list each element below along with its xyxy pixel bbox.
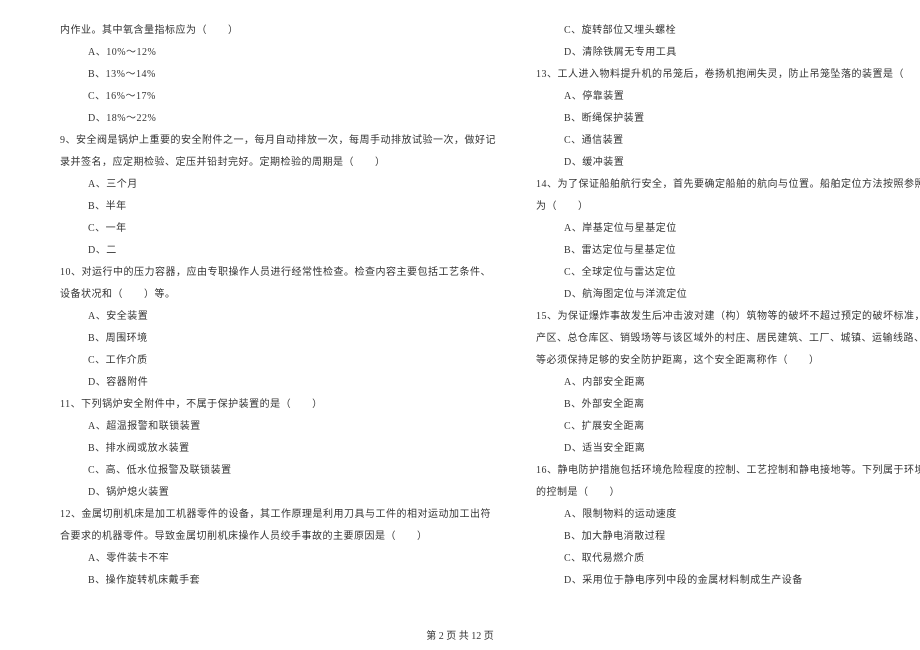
option-line: D、清除铁屑无专用工具 [536,42,920,64]
option-line: C、取代易燃介质 [536,548,920,570]
option-line: B、外部安全距离 [536,394,920,416]
option-line: C、扩展安全距离 [536,416,920,438]
option-line: C、高、低水位报警及联锁装置 [60,460,496,482]
question-line: 10、对运行中的压力容器，应由专职操作人员进行经常性检查。检查内容主要包括工艺条… [60,262,496,284]
option-line: B、半年 [60,196,496,218]
question-line: 11、下列锅炉安全附件中，不属于保护装置的是（ ） [60,394,496,416]
option-line: C、工作介质 [60,350,496,372]
option-line: C、一年 [60,218,496,240]
option-line: C、旋转部位又埋头螺栓 [536,20,920,42]
option-line: B、13%～14% [60,64,496,86]
option-line: A、超温报警和联锁装置 [60,416,496,438]
question-line: 16、静电防护措施包括环境危险程度的控制、工艺控制和静电接地等。下列属于环境危险… [536,460,920,482]
option-line: B、断绳保护装置 [536,108,920,130]
page-container: 内作业。其中氧含量指标应为（ ） A、10%～12% B、13%～14% C、1… [60,20,860,610]
option-line: A、三个月 [60,174,496,196]
option-line: B、排水阀或放水装置 [60,438,496,460]
option-line: A、10%～12% [60,42,496,64]
left-column: 内作业。其中氧含量指标应为（ ） A、10%～12% B、13%～14% C、1… [60,20,496,610]
option-line: B、雷达定位与星基定位 [536,240,920,262]
option-line: B、操作旋转机床戴手套 [60,570,496,592]
option-line: C、通信装置 [536,130,920,152]
option-line: A、限制物料的运动速度 [536,504,920,526]
right-column: C、旋转部位又埋头螺栓 D、清除铁屑无专用工具 13、工人进入物料提升机的吊笼后… [536,20,920,610]
question-line: 为（ ） [536,196,920,218]
option-line: D、采用位于静电序列中段的金属材料制成生产设备 [536,570,920,592]
option-line: A、零件装卡不牢 [60,548,496,570]
option-line: C、16%～17% [60,86,496,108]
option-line: D、锅炉熄火装置 [60,482,496,504]
question-line: 设备状况和（ ）等。 [60,284,496,306]
question-line: 13、工人进入物料提升机的吊笼后，卷扬机抱闸失灵，防止吊笼坠落的装置是（ ） [536,64,920,86]
option-line: A、岸基定位与星基定位 [536,218,920,240]
question-line: 的控制是（ ） [536,482,920,504]
option-line: A、内部安全距离 [536,372,920,394]
question-line: 等必须保持足够的安全防护距离，这个安全距离称作（ ） [536,350,920,372]
option-line: A、安全装置 [60,306,496,328]
option-line: C、全球定位与雷达定位 [536,262,920,284]
option-line: D、容器附件 [60,372,496,394]
question-line: 产区、总仓库区、销毁场等与该区域外的村庄、居民建筑、工厂、城镇、运输线路、输电线… [536,328,920,350]
page-footer: 第 2 页 共 12 页 [0,627,920,642]
text-line: 内作业。其中氧含量指标应为（ ） [60,20,496,42]
option-line: D、缓冲装置 [536,152,920,174]
option-line: D、适当安全距离 [536,438,920,460]
option-line: B、周围环境 [60,328,496,350]
option-line: B、加大静电消散过程 [536,526,920,548]
option-line: D、18%～22% [60,108,496,130]
question-line: 12、金属切削机床是加工机器零件的设备，其工作原理是利用刀具与工件的相对运动加工… [60,504,496,526]
option-line: D、二 [60,240,496,262]
question-line: 9、安全阀是锅炉上重要的安全附件之一，每月自动排放一次，每周手动排放试验一次，做… [60,130,496,152]
option-line: D、航海图定位与洋流定位 [536,284,920,306]
question-line: 录并签名，应定期检验、定压并铅封完好。定期检验的周期是（ ） [60,152,496,174]
question-line: 15、为保证爆炸事故发生后冲击波对建（构）筑物等的破坏不超过预定的破坏标准，危险… [536,306,920,328]
option-line: A、停靠装置 [536,86,920,108]
question-line: 合要求的机器零件。导致金属切削机床操作人员绞手事故的主要原因是（ ） [60,526,496,548]
question-line: 14、为了保证船舶航行安全，首先要确定船舶的航向与位置。船舶定位方法按照参照目标… [536,174,920,196]
